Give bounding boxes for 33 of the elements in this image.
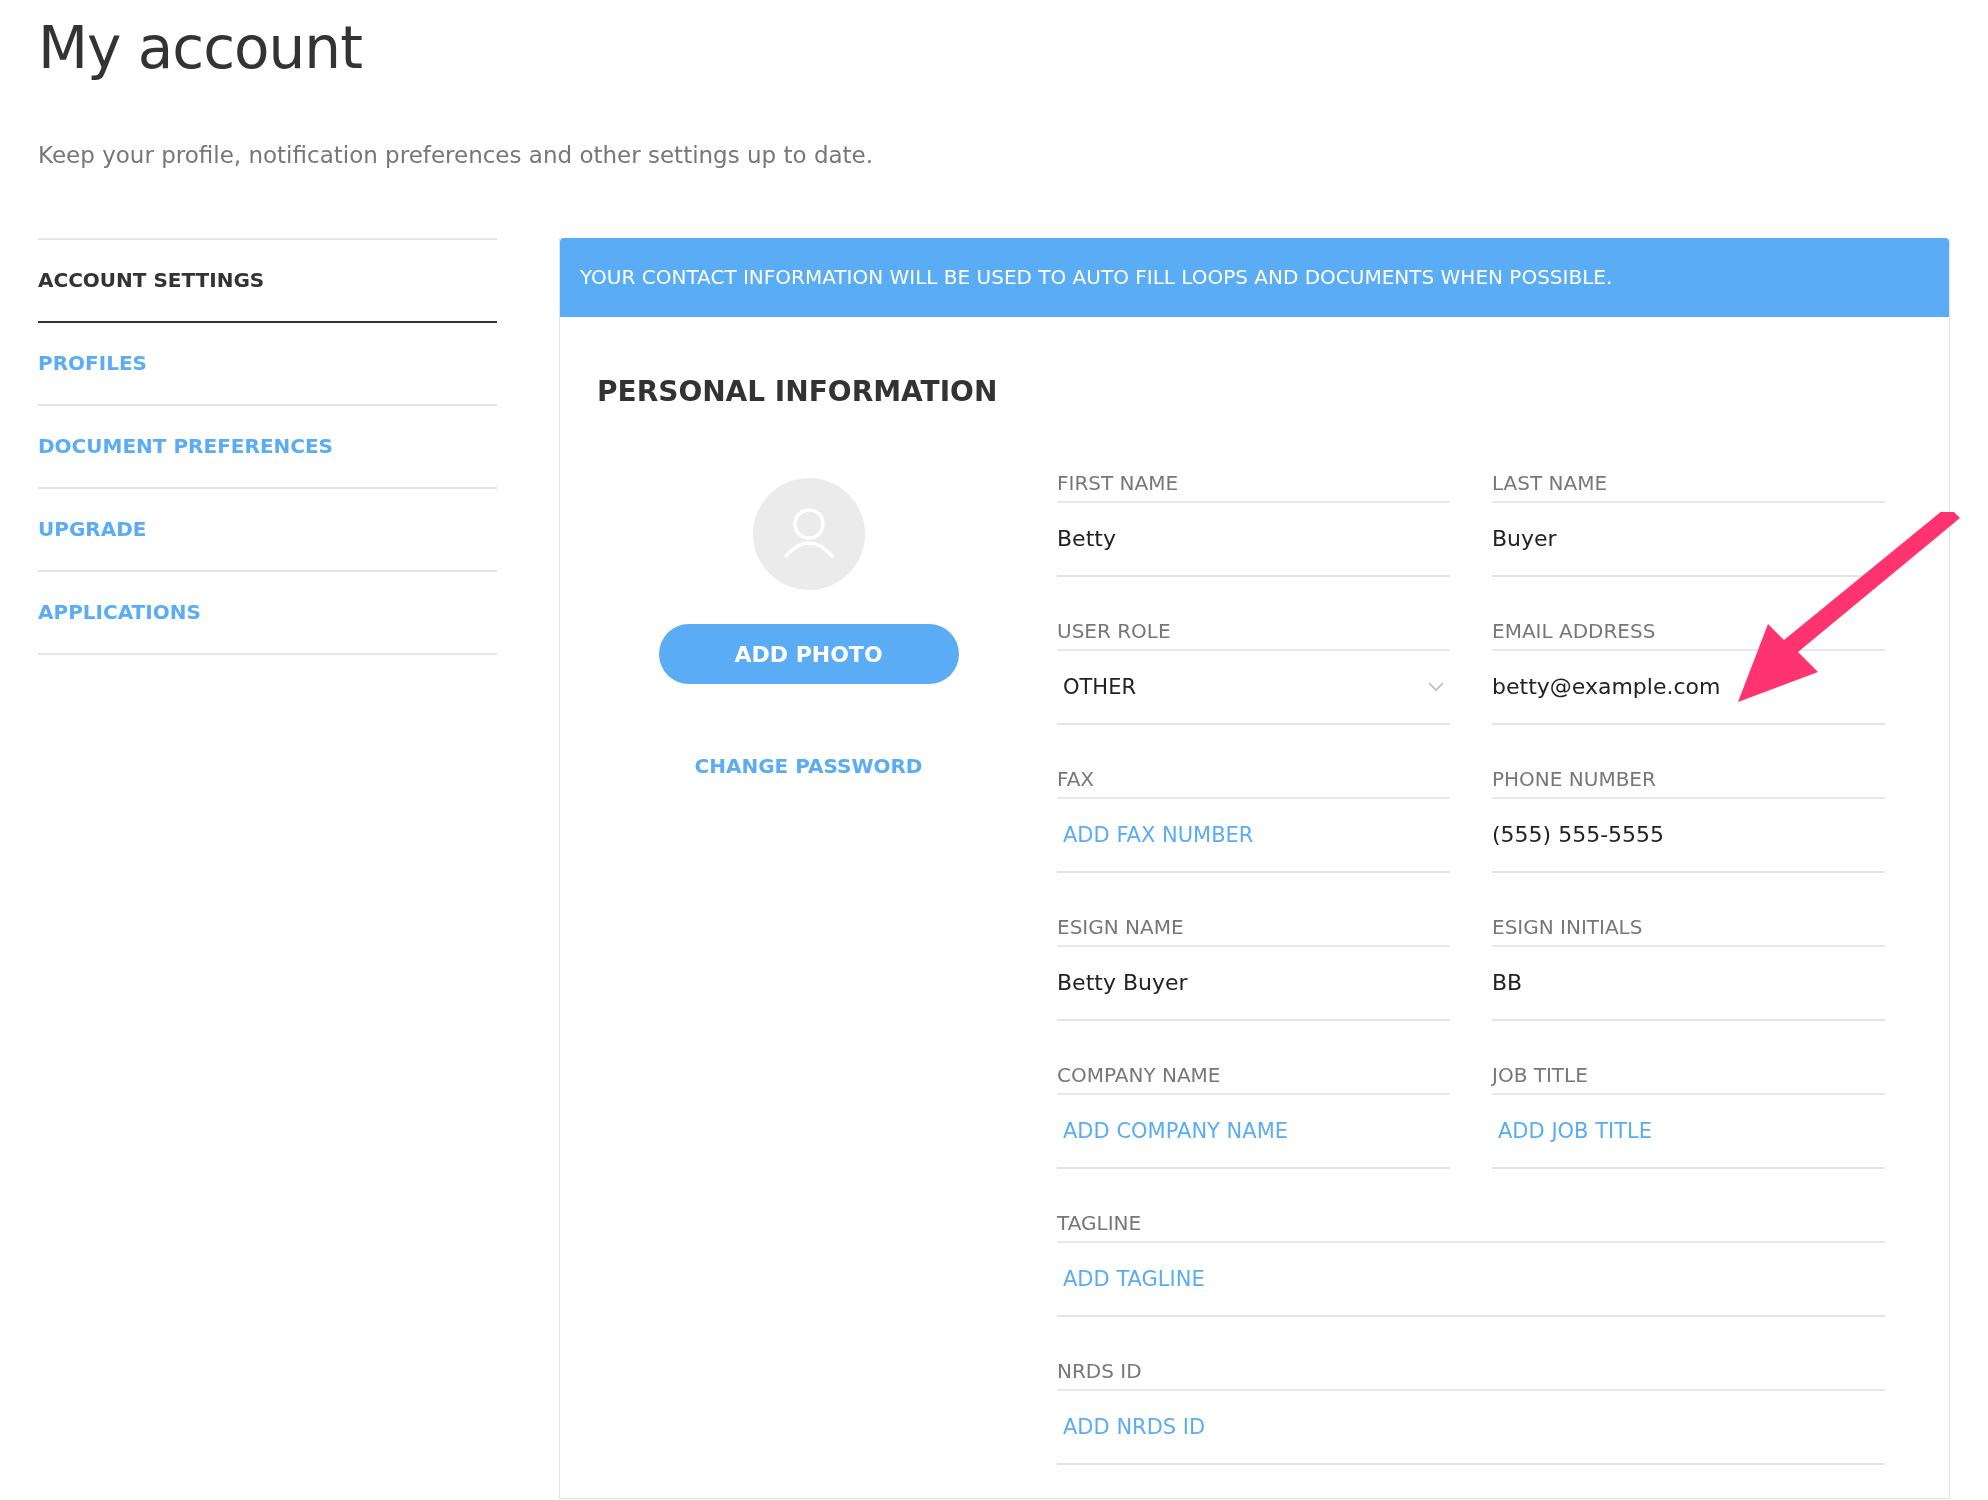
sidebar-item[interactable]: APPLICATIONS bbox=[38, 572, 497, 655]
input-field[interactable]: ADD COMPANY NAME bbox=[1057, 1095, 1450, 1169]
field-label: LAST NAME bbox=[1492, 466, 1885, 503]
add-photo-button[interactable]: ADD PHOTO bbox=[658, 624, 959, 684]
page-subtitle: Keep your profile, notification preferences and other settings up to date. bbox=[38, 142, 875, 168]
field-label: ESIGN INITIALS bbox=[1492, 910, 1885, 947]
chevron-down-icon bbox=[1428, 682, 1444, 692]
input-field[interactable]: ADD JOB TITLE bbox=[1492, 1095, 1885, 1169]
sidebar-item[interactable]: UPGRADE bbox=[38, 489, 497, 572]
field-label: PHONE NUMBER bbox=[1492, 762, 1885, 799]
field-label: COMPANY NAME bbox=[1057, 1058, 1450, 1095]
field-label: TAGLINE bbox=[1057, 1206, 1885, 1243]
user-role-dropdown[interactable]: OTHER bbox=[1057, 651, 1450, 725]
page-title: My account bbox=[38, 13, 363, 82]
field-label: NRDS ID bbox=[1057, 1354, 1885, 1391]
input-field[interactable]: BB bbox=[1492, 947, 1885, 1021]
field-label: FIRST NAME bbox=[1057, 466, 1450, 503]
input-field[interactable]: Betty Buyer bbox=[1057, 947, 1450, 1021]
section-heading: PERSONAL INFORMATION bbox=[597, 375, 999, 408]
field-label: USER ROLE bbox=[1057, 614, 1450, 651]
info-banner: YOUR CONTACT INFORMATION WILL BE USED TO AUTO FILL LOOPS AND DOCUMENTS WHEN POSSIBLE. bbox=[560, 238, 1949, 317]
field-label: FAX bbox=[1057, 762, 1450, 799]
sidebar-item[interactable]: PROFILES bbox=[38, 323, 497, 406]
input-field[interactable]: Betty bbox=[1057, 503, 1450, 577]
input-field[interactable]: (555) 555-5555 bbox=[1492, 799, 1885, 873]
field-label: ESIGN NAME bbox=[1057, 910, 1450, 947]
input-field[interactable]: ADD FAX NUMBER bbox=[1057, 799, 1450, 873]
change-password-link[interactable]: CHANGE PASSWORD bbox=[694, 754, 923, 778]
field-label: JOB TITLE bbox=[1492, 1058, 1885, 1095]
sidebar-item[interactable]: ACCOUNT SETTINGS bbox=[38, 240, 497, 323]
input-field[interactable]: ADD NRDS ID bbox=[1057, 1391, 1885, 1465]
sidebar-item[interactable]: DOCUMENT PREFERENCES bbox=[38, 406, 497, 489]
input-field[interactable]: ADD TAGLINE bbox=[1057, 1243, 1885, 1317]
